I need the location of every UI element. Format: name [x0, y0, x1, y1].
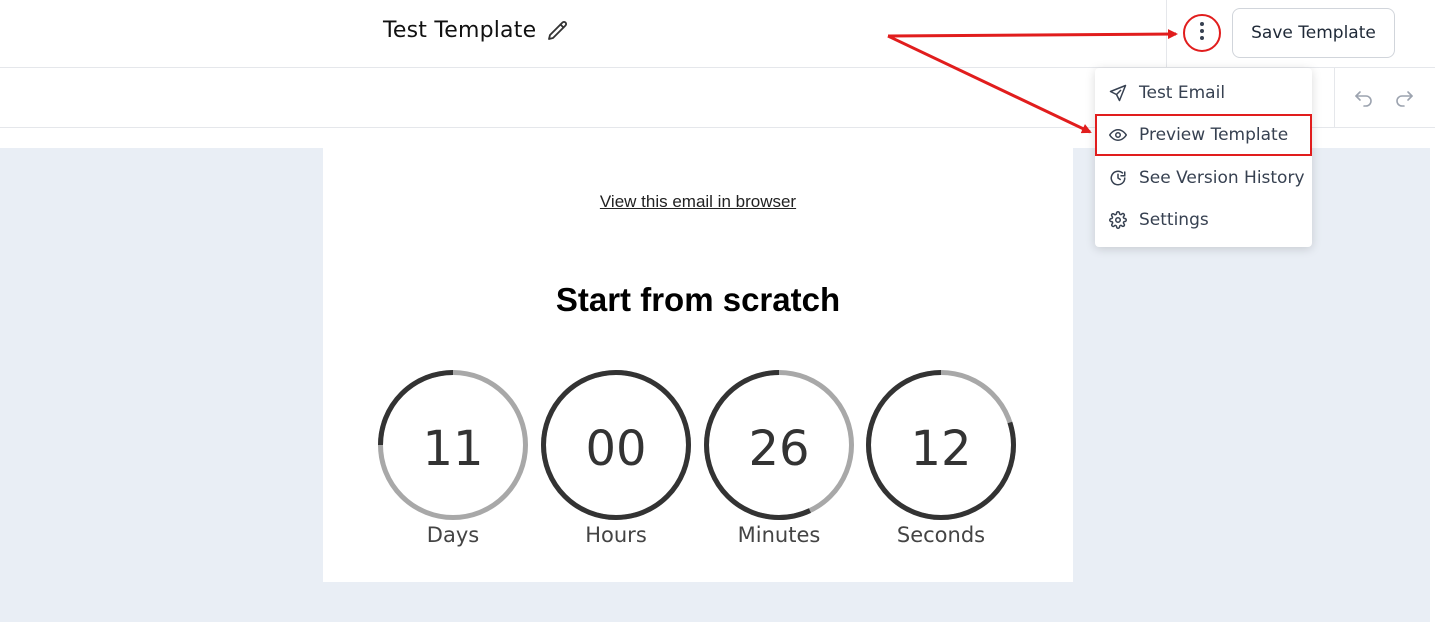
header-divider — [1166, 0, 1167, 68]
undo-icon[interactable] — [1352, 84, 1376, 108]
top-bar: Test Template Save Template — [0, 0, 1435, 68]
send-icon — [1109, 84, 1127, 102]
seconds-value: 12 — [910, 421, 972, 477]
toolbar-divider — [1334, 68, 1335, 128]
days-label: Days — [426, 523, 480, 547]
seconds-label: Seconds — [896, 523, 986, 547]
menu-item-preview-template[interactable]: Preview Template — [1095, 114, 1312, 156]
menu-item-label: Settings — [1139, 210, 1209, 230]
redo-icon[interactable] — [1392, 84, 1416, 108]
menu-item-label: See Version History — [1139, 168, 1305, 188]
save-template-button[interactable]: Save Template — [1232, 8, 1395, 58]
hours-label: Hours — [585, 523, 647, 547]
eye-icon — [1109, 126, 1127, 144]
menu-item-label: Preview Template — [1139, 125, 1289, 145]
kebab-icon — [1199, 21, 1205, 46]
email-heading: Start from scratch — [555, 281, 841, 318]
view-in-browser-link[interactable]: View this email in browser — [323, 192, 1073, 212]
gear-icon — [1109, 211, 1127, 229]
hours-value: 00 — [585, 421, 647, 477]
more-options-menu: Test Email Preview Template See Version … — [1095, 68, 1312, 247]
email-preview: View this email in browser Start from sc… — [323, 148, 1073, 582]
countdown-seconds: 12 Seconds — [866, 370, 1016, 570]
minutes-label: Minutes — [737, 523, 821, 547]
history-icon — [1109, 169, 1127, 187]
more-options-button[interactable] — [1183, 14, 1221, 52]
pencil-icon[interactable] — [546, 19, 570, 43]
menu-item-settings[interactable]: Settings — [1095, 199, 1312, 241]
countdown-hours: 00 Hours — [541, 370, 691, 570]
days-value: 11 — [422, 421, 484, 477]
menu-item-version-history[interactable]: See Version History — [1095, 157, 1312, 199]
title-area: Test Template — [383, 18, 570, 43]
minutes-value: 26 — [748, 421, 810, 477]
menu-item-label: Test Email — [1139, 83, 1226, 103]
countdown-minutes: 26 Minutes — [704, 370, 854, 570]
countdown-days: 11 Days — [378, 370, 528, 570]
template-title: Test Template — [383, 18, 537, 43]
menu-item-test-email[interactable]: Test Email — [1095, 72, 1312, 114]
